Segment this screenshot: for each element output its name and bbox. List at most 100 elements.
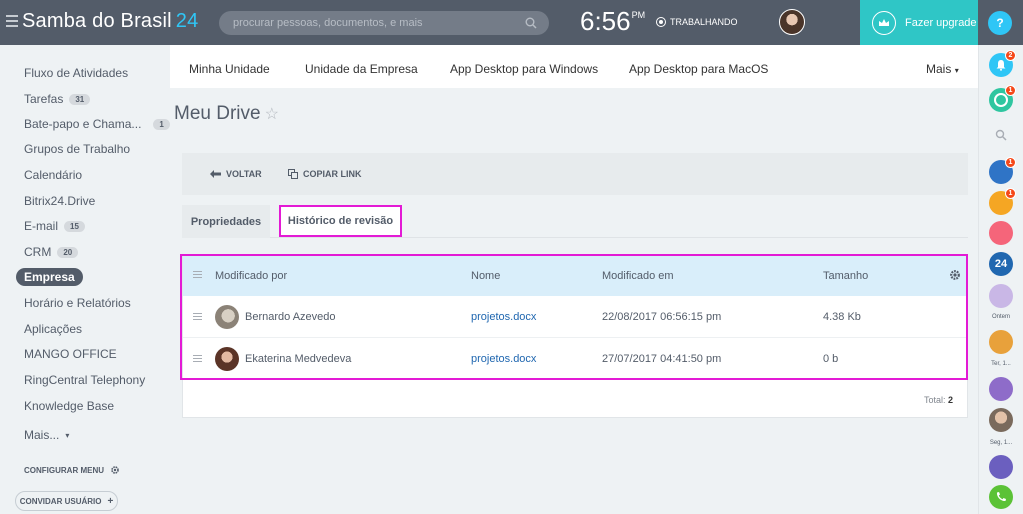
sidebar-item-mango[interactable]: MANGO OFFICE xyxy=(24,347,117,361)
open-lines-icon[interactable]: 1 xyxy=(989,85,1016,112)
col-size[interactable]: Tamanho xyxy=(823,270,868,282)
sidebar-item-chat[interactable]: Bate-papo e Chama... 1 xyxy=(24,117,170,131)
sidebar-item-label: Empresa xyxy=(24,270,75,284)
sidebar-item-knowledge[interactable]: Knowledge Base xyxy=(24,399,114,413)
phone-icon[interactable] xyxy=(989,485,1013,509)
sidebar-item-calendario[interactable]: Calendário xyxy=(24,168,82,182)
plus-icon: + xyxy=(107,495,114,507)
row-size: 0 b xyxy=(823,353,839,365)
row-file-link[interactable]: projetos.docx xyxy=(471,311,536,323)
star-icon[interactable]: ☆ xyxy=(265,106,279,123)
user-avatar[interactable] xyxy=(779,9,805,35)
row-file-link[interactable]: projetos.docx xyxy=(471,353,536,365)
sidebar-item-label: Bitrix24.Drive xyxy=(24,194,96,208)
row-modified: 27/07/2017 04:41:50 pm xyxy=(602,353,722,365)
sidebar-item-empresa[interactable]: Empresa xyxy=(16,268,83,286)
sidebar-item-crm[interactable]: CRM 20 xyxy=(24,245,79,259)
sidebar-item-grupos[interactable]: Grupos de Trabalho xyxy=(24,142,130,156)
top-header: Samba do Brasil24 6:56PM TRABALHANDO Faz… xyxy=(0,0,1023,45)
upgrade-button[interactable]: Fazer upgrade xyxy=(860,0,978,45)
drive-toolbar: VOLTAR COPIAR LINK xyxy=(182,153,968,195)
chat-24-icon[interactable]: 24 xyxy=(989,252,1013,276)
invite-user-button[interactable]: CONVIDAR USUÁRIO + xyxy=(15,491,118,511)
group-chat-icon[interactable] xyxy=(989,284,1013,308)
sidebar-item-label: Grupos de Trabalho xyxy=(24,142,131,156)
col-name[interactable]: Nome xyxy=(471,270,500,282)
crown-icon xyxy=(872,10,896,35)
sidebar-item-aplicacoes[interactable]: Aplicações xyxy=(24,322,82,336)
copy-link-button[interactable]: COPIAR LINK xyxy=(288,169,362,179)
table-row[interactable]: Bernardo Azevedo projetos.docx 22/08/201… xyxy=(183,296,967,338)
settings-gear-icon[interactable] xyxy=(949,269,961,281)
sidebar-item-label: Knowledge Base xyxy=(24,399,115,413)
notification-badge: 1 xyxy=(1005,188,1016,199)
copy-link-label: COPIAR LINK xyxy=(303,169,362,179)
notification-badge: 1 xyxy=(1005,157,1016,168)
configure-menu-button[interactable]: CONFIGURAR MENU xyxy=(24,465,120,475)
topnav-minha-unidade[interactable]: Minha Unidade xyxy=(189,62,270,76)
search-icon[interactable] xyxy=(525,17,537,29)
chat-event-icon[interactable]: 1 xyxy=(989,188,1016,215)
right-panel: 2 1 1 1 24 Ontem Ter, 1... Seg, 1... xyxy=(978,45,1023,514)
gear-icon xyxy=(111,466,119,474)
col-modified-at[interactable]: Modificado em xyxy=(602,270,674,282)
avatar xyxy=(215,347,239,371)
topnav-app-windows[interactable]: App Desktop para Windows xyxy=(450,62,598,76)
sidebar-item-more[interactable]: Mais... ▾ xyxy=(24,428,69,442)
back-button[interactable]: VOLTAR xyxy=(210,169,262,179)
sidebar-item-tarefas[interactable]: Tarefas 31 xyxy=(24,92,91,106)
search-icon[interactable] xyxy=(989,123,1013,147)
user-avatar-chat[interactable] xyxy=(989,408,1013,432)
user-chat-icon[interactable] xyxy=(989,377,1013,401)
counter-badge: 31 xyxy=(69,93,91,105)
megaphone-icon[interactable] xyxy=(989,221,1013,245)
grid-total: Total: 2 xyxy=(924,395,953,405)
topnav-app-macos[interactable]: App Desktop para MacOS xyxy=(629,62,768,76)
copy-icon xyxy=(288,169,298,179)
sidebar-item-ringcentral[interactable]: RingCentral Telephony xyxy=(24,373,145,387)
grid-header: Modificado por Nome Modificado em Tamanh… xyxy=(183,255,967,296)
revision-grid: Modificado por Nome Modificado em Tamanh… xyxy=(182,254,968,418)
menu-icon[interactable] xyxy=(6,15,18,27)
chat-group-icon[interactable]: 1 xyxy=(989,157,1016,184)
sidebar-item-label: MANGO OFFICE xyxy=(24,347,117,361)
portal-logo[interactable]: Samba do Brasil 24 xyxy=(22,10,198,33)
sidebar-item-fluxo[interactable]: Fluxo de Atividades xyxy=(24,66,128,80)
table-row[interactable]: Ekaterina Medvedeva projetos.docx 27/07/… xyxy=(183,338,967,380)
row-size: 4.38 Kb xyxy=(823,311,861,323)
back-label: VOLTAR xyxy=(226,169,262,179)
topnav-more[interactable]: Mais ▾ xyxy=(926,62,959,76)
arrow-left-icon xyxy=(210,170,221,178)
chat-date-caption: Ontem xyxy=(991,314,1010,320)
tab-historico-revisao[interactable]: Histórico de revisão xyxy=(279,205,402,237)
drag-handle-icon[interactable] xyxy=(193,271,202,280)
clock[interactable]: 6:56PM xyxy=(580,6,645,37)
logo-name: Samba do Brasil xyxy=(22,10,172,32)
search-input[interactable] xyxy=(219,11,509,35)
megaphone-chat-icon[interactable] xyxy=(989,455,1013,479)
sidebar-item-label: Mais... xyxy=(24,428,60,442)
magnifier-icon xyxy=(995,129,1007,141)
sidebar-item-horario[interactable]: Horário e Relatórios xyxy=(24,296,131,310)
notifications-bell-icon[interactable]: 2 xyxy=(989,50,1016,77)
row-user: Ekaterina Medvedeva xyxy=(245,353,352,365)
col-modified-by[interactable]: Modificado por xyxy=(215,270,287,282)
sidebar-item-label: E-mail xyxy=(24,219,59,233)
sidebar-item-label: Horário e Relatórios xyxy=(24,296,131,310)
sidebar-item-drive[interactable]: Bitrix24.Drive xyxy=(24,194,95,208)
handset-icon xyxy=(996,492,1006,502)
left-sidebar: Fluxo de Atividades Tarefas 31 Bate-papo … xyxy=(0,45,170,514)
page-title-text: Meu Drive xyxy=(174,103,261,124)
colorful-chat-icon[interactable] xyxy=(989,330,1013,354)
topnav-unidade-empresa[interactable]: Unidade da Empresa xyxy=(305,62,418,76)
sidebar-item-email[interactable]: E-mail 15 xyxy=(24,219,85,233)
counter-badge: 1 xyxy=(153,118,170,130)
tab-propriedades[interactable]: Propriedades xyxy=(182,205,270,238)
help-button[interactable]: ? xyxy=(988,11,1012,35)
clock-time: 6:56 xyxy=(580,6,631,36)
bell-icon xyxy=(996,60,1006,71)
drag-handle-icon[interactable] xyxy=(193,355,202,364)
work-status[interactable]: TRABALHANDO xyxy=(656,17,738,27)
search-box xyxy=(219,11,549,35)
drag-handle-icon[interactable] xyxy=(193,313,202,322)
